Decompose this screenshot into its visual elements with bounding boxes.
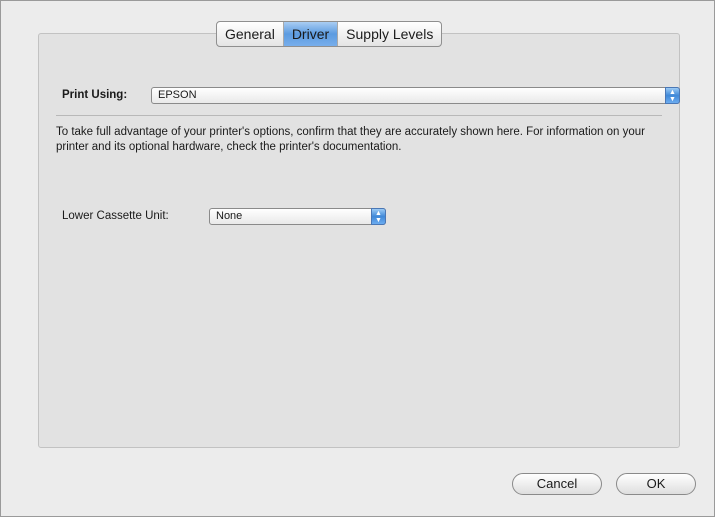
print-using-popup[interactable]: EPSON ▲ ▼ [151,87,680,104]
ok-button[interactable]: OK [616,473,696,495]
lower-cassette-popup[interactable]: None ▲ ▼ [209,208,386,225]
print-using-value: EPSON [158,89,197,101]
lower-cassette-value: None [216,210,243,222]
lower-cassette-label: Lower Cassette Unit: [62,210,169,222]
tab-driver[interactable]: Driver [283,22,339,46]
driver-description: To take full advantage of your printer's… [56,126,645,153]
print-using-label: Print Using: [62,89,128,101]
tab-supply-levels[interactable]: Supply Levels [338,22,441,46]
popup-arrows-icon: ▲ ▼ [665,87,680,104]
popup-arrows-icon: ▲ ▼ [371,208,386,225]
separator [56,115,662,116]
printer-options-dialog: General Driver Supply Levels Print Using… [0,0,715,517]
cancel-button[interactable]: Cancel [512,473,602,495]
tab-general[interactable]: General [217,22,284,46]
tab-bar: General Driver Supply Levels [216,21,443,47]
